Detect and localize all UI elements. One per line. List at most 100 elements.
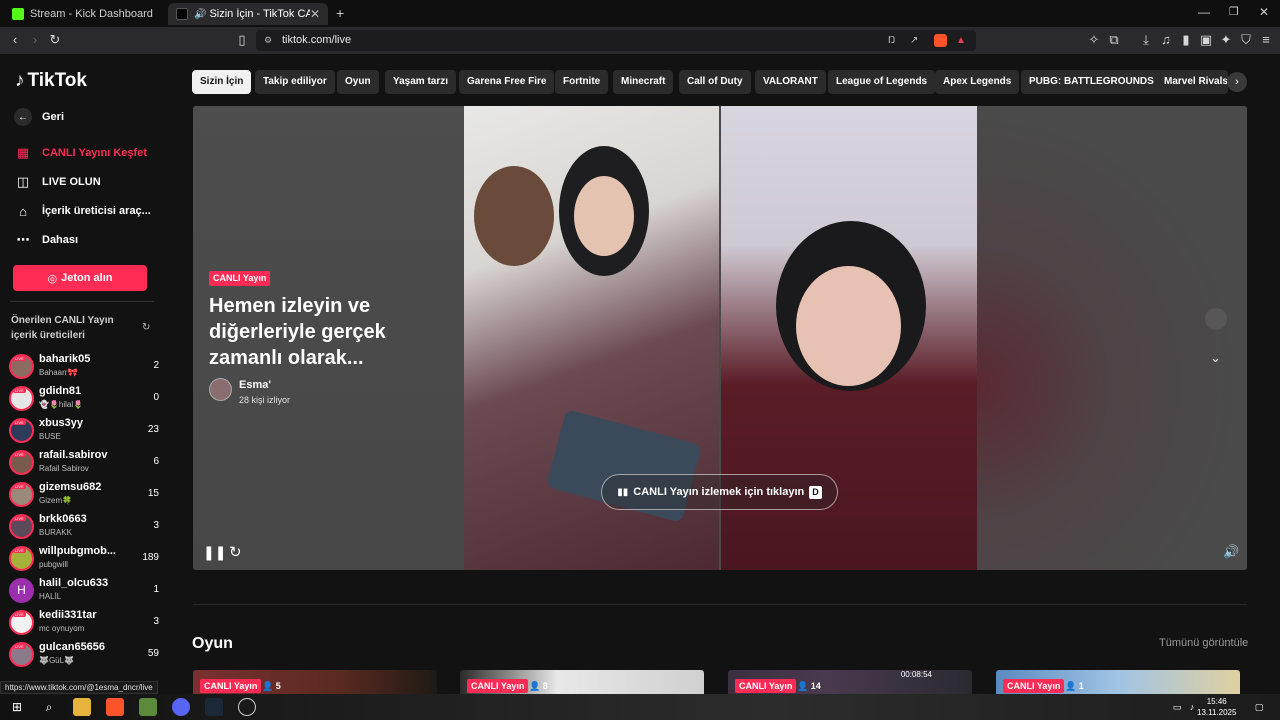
- back-icon[interactable]: ‹: [6, 31, 24, 49]
- extensions-icon[interactable]: ✧: [1085, 31, 1103, 49]
- tab-tiktok-live[interactable]: 🔊 Sizin İçin - TikTok CANLI Yayı ✕: [168, 3, 328, 25]
- chip-call-of-duty[interactable]: Call of Duty: [679, 70, 751, 94]
- live-tv-icon: ▦: [16, 145, 30, 160]
- search-icon[interactable]: ⌕: [40, 698, 58, 716]
- share-icon[interactable]: ↗: [910, 30, 918, 51]
- chip-lifestyle[interactable]: Yaşam tarzı: [385, 70, 457, 94]
- chevron-down-icon[interactable]: ⌄: [1210, 350, 1221, 366]
- live-badge: CANLI Yayın: [1003, 679, 1065, 693]
- chip-valorant[interactable]: VALORANT: [755, 70, 826, 94]
- tiktok-note-icon: ♪: [15, 70, 25, 91]
- avatar: LIVE: [9, 386, 34, 411]
- chip-league-of-legends[interactable]: League of Legends: [828, 70, 936, 94]
- brave-shields-icon[interactable]: [934, 34, 947, 47]
- creator-item[interactable]: LIVE brkk0663 BURAKK 3: [9, 512, 159, 544]
- address-bar[interactable]: ⚙ tiktok.com/live Ŋ ↗ ▲: [256, 30, 976, 51]
- live-card[interactable]: CANLI Yayın 👤 8: [460, 670, 704, 694]
- download-icon[interactable]: ⤓: [1137, 31, 1155, 49]
- creator-item[interactable]: LIVE kedii331tar mc oynuyom 3: [9, 608, 159, 640]
- live-card[interactable]: CANLI Yayın 👤 1: [996, 670, 1240, 694]
- scroll-up-button[interactable]: [1205, 308, 1227, 330]
- creator-name: baharik05: [39, 353, 91, 365]
- volume-icon[interactable]: 🔊: [1223, 544, 1239, 560]
- system-clock[interactable]: 15:46 13.11.2025: [1197, 696, 1236, 718]
- menu-icon[interactable]: ≡: [1257, 31, 1275, 49]
- keyboard-shortcut-badge: D: [809, 485, 822, 499]
- viewer-count: 3: [153, 616, 159, 627]
- sidebar-icon[interactable]: ▮: [1177, 31, 1195, 49]
- site-settings-icon[interactable]: ⚙: [264, 30, 272, 51]
- chip-apex-legends[interactable]: Apex Legends: [935, 70, 1020, 94]
- leo-ai-icon[interactable]: ✦: [1217, 31, 1235, 49]
- chip-minecraft[interactable]: Minecraft: [613, 70, 674, 94]
- tiktok-logo[interactable]: ♪ TikTok: [15, 70, 87, 92]
- see-all-link[interactable]: Tümünü görüntüle: [1159, 637, 1248, 649]
- new-tab-button[interactable]: +: [336, 5, 344, 21]
- live-card[interactable]: CANLI Yayın 👤 14 00:08:54: [728, 670, 972, 694]
- speaker-icon: 🔊: [194, 8, 207, 20]
- creator-name: gulcan65656: [39, 641, 106, 653]
- creator-item[interactable]: LIVE gizemsu682 Gizem🍀 15: [9, 480, 159, 512]
- minecraft-icon[interactable]: [139, 698, 157, 716]
- creator-item[interactable]: LIVE baharik05 Bahaarr🎀 2: [9, 352, 159, 384]
- viewer-count: 👤 8: [529, 681, 548, 691]
- close-window-icon[interactable]: ✕: [1259, 5, 1269, 19]
- sidebar-item-explore-live[interactable]: ▦ CANLI Yayını Keşfet: [14, 144, 147, 162]
- creator-item[interactable]: LIVE willpubgmob... pubgwill 189: [9, 544, 159, 576]
- creator-item[interactable]: LIVE xbus3yy BUSE 23: [9, 416, 159, 448]
- pause-icon[interactable]: ❚❚: [203, 544, 226, 561]
- host-name[interactable]: Esma': [239, 379, 271, 391]
- sidebar-item-more[interactable]: ⋯ Dahası: [14, 231, 79, 249]
- forward-icon[interactable]: ›: [26, 31, 44, 49]
- file-explorer-icon[interactable]: [73, 698, 91, 716]
- browser-tab-bar: Stream - Kick Dashboard 🔊 Sizin İçin - T…: [0, 0, 1280, 27]
- sidebar-item-creator-tools[interactable]: ⌂ İçerik üreticisi araç...: [14, 202, 151, 220]
- watch-live-button[interactable]: ▮▮ CANLI Yayın izlemek için tıklayın D: [601, 474, 838, 510]
- chip-for-you[interactable]: Sizin İçin: [192, 70, 252, 94]
- sidebar: ♪ TikTok ← Geri ▦ CANLI Yayını Keşfet ◫ …: [0, 54, 170, 694]
- live-card[interactable]: CANLI Yayın 👤 5: [193, 670, 437, 694]
- chip-fortnite[interactable]: Fortnite: [555, 70, 609, 94]
- reload-icon[interactable]: ↻: [46, 31, 64, 49]
- windows-start-icon[interactable]: ⊞: [8, 698, 26, 716]
- brave-browser-icon[interactable]: [106, 698, 124, 716]
- chip-pubg[interactable]: PUBG: BATTLEGROUNDS: [1021, 70, 1162, 94]
- media-icon[interactable]: ♫: [1157, 31, 1175, 49]
- chip-marvel-rivals[interactable]: Marvel Rivals: [1156, 70, 1228, 94]
- steam-icon[interactable]: [205, 698, 223, 716]
- tab-kick-dashboard[interactable]: Stream - Kick Dashboard: [4, 3, 164, 25]
- person-face: [796, 266, 901, 386]
- back-link[interactable]: ← Geri: [14, 108, 64, 126]
- viewer-count: 189: [142, 552, 159, 563]
- brave-rewards-icon[interactable]: ▲: [956, 30, 966, 51]
- person-hair: [474, 166, 554, 266]
- creator-name: willpubgmob...: [39, 545, 116, 557]
- vpn-icon[interactable]: ⛉: [1237, 31, 1255, 49]
- avatar: LIVE: [9, 546, 34, 571]
- chip-following[interactable]: Takip ediliyor: [255, 70, 335, 94]
- discord-icon[interactable]: [172, 698, 190, 716]
- refresh-icon[interactable]: ↻: [142, 322, 150, 333]
- creator-name: brkk0663: [39, 513, 87, 525]
- close-tab-icon[interactable]: ✕: [310, 7, 320, 21]
- tab-search-icon[interactable]: ⧉: [1105, 31, 1123, 49]
- translate-icon[interactable]: Ŋ: [888, 30, 895, 51]
- chevron-right-icon[interactable]: ›: [1227, 72, 1247, 92]
- chip-free-fire[interactable]: Garena Free Fire: [459, 70, 555, 94]
- notification-icon[interactable]: ▢: [1250, 698, 1268, 716]
- obs-icon[interactable]: [238, 698, 256, 716]
- sidebar-item-go-live[interactable]: ◫ LIVE OLUN: [14, 173, 101, 191]
- creator-item[interactable]: LIVE rafail.sabirov Rafail Sabirov 6: [9, 448, 159, 480]
- wallet-icon[interactable]: ▣: [1197, 31, 1215, 49]
- minimize-icon[interactable]: —: [1198, 5, 1210, 19]
- creator-item[interactable]: LIVE gulcan65656 🐺GüL🐺 59: [9, 640, 159, 672]
- restore-icon[interactable]: ❐: [1229, 5, 1239, 18]
- chip-gaming[interactable]: Oyun: [337, 70, 379, 94]
- creator-item[interactable]: LIVE gdidn81 👻🌷hilal🌷 0: [9, 384, 159, 416]
- reload-stream-icon[interactable]: ↻: [229, 543, 242, 561]
- creator-item[interactable]: H halil_olcu633 HALİL 1: [9, 576, 159, 608]
- get-coins-button[interactable]: ◎ Jeton alın: [13, 265, 147, 291]
- bookmark-icon[interactable]: ▯: [233, 31, 251, 49]
- featured-live-player[interactable]: CANLI Yayın Hemen izleyin ve diğerleriyl…: [193, 106, 1247, 570]
- host-avatar[interactable]: [209, 378, 232, 401]
